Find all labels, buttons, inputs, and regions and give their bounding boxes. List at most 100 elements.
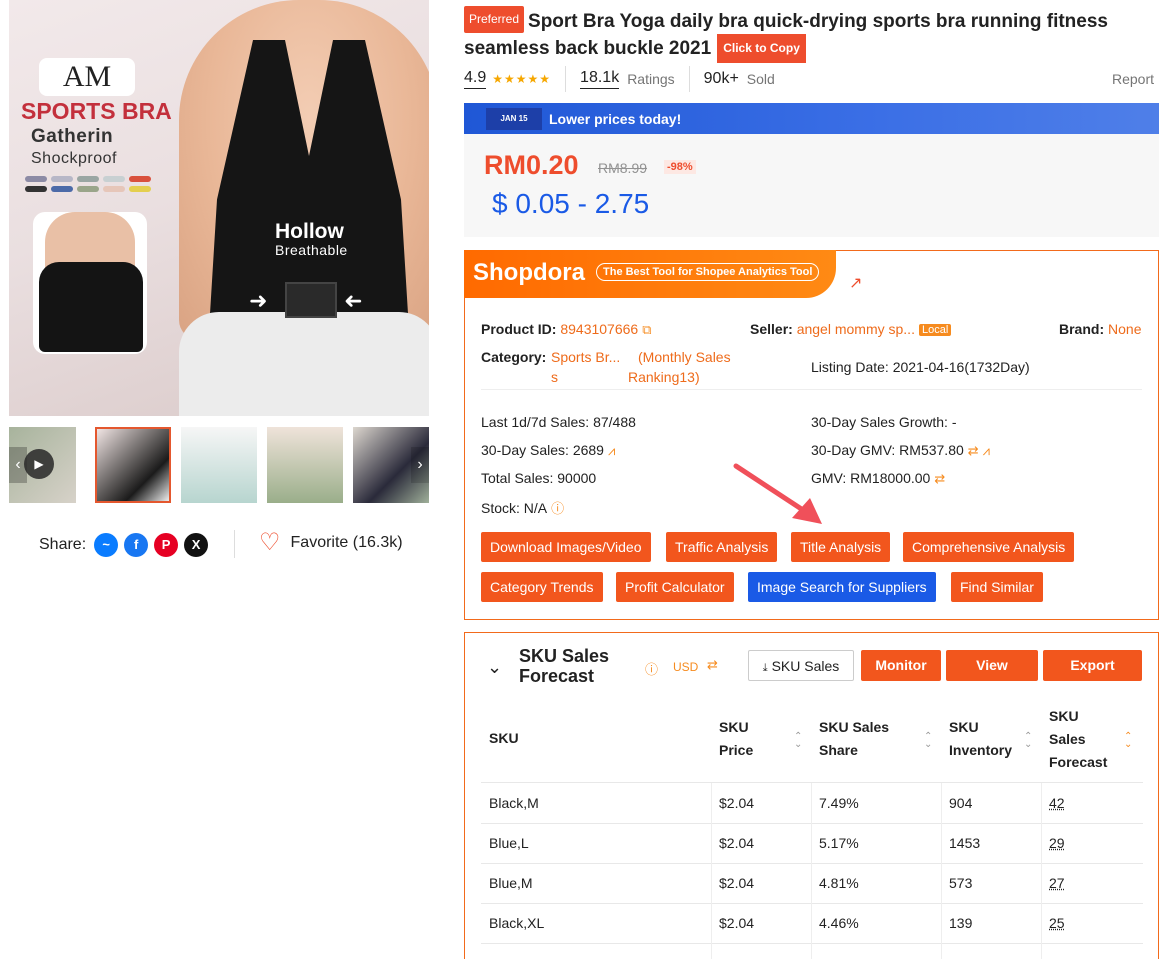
sort-icon[interactable]: ⌃ ⌄ bbox=[1024, 732, 1032, 750]
gmv-row: GMV: RM18000.00 ⇄ bbox=[811, 470, 945, 487]
facebook-icon[interactable]: f bbox=[124, 533, 149, 557]
sort-icon[interactable]: ⌃ ⌄ bbox=[924, 732, 932, 750]
brand-value[interactable]: None bbox=[1108, 321, 1141, 337]
discount-badge: -98% bbox=[664, 160, 696, 174]
original-price: RM8.99 bbox=[598, 160, 648, 176]
divider bbox=[481, 863, 1143, 864]
image-callout-hollow: Hollow bbox=[275, 220, 344, 243]
x-twitter-icon[interactable]: X bbox=[184, 533, 209, 557]
play-icon[interactable]: ▶ bbox=[24, 449, 54, 479]
sku-cell-forecast[interactable]: 27 bbox=[1049, 875, 1065, 891]
column-header-inventory[interactable]: SKU Inventory bbox=[949, 716, 1012, 762]
sku-cell-inventory: 904 bbox=[949, 795, 973, 811]
seller-row: Seller: angel mommy sp... Local bbox=[750, 321, 952, 337]
currency-swap-icon[interactable]: ⇄ bbox=[707, 657, 718, 673]
star-rating-icon: ★★★★★ bbox=[492, 72, 552, 86]
column-divider bbox=[941, 783, 942, 959]
product-main-image[interactable]: AM SPORTS BRA Gatherin Shockproof Hollow… bbox=[9, 0, 429, 416]
ratings-count[interactable]: 18.1k bbox=[580, 69, 620, 89]
sort-icon[interactable]: ⌃ ⌄ bbox=[794, 732, 802, 750]
brand-logo: AM bbox=[39, 58, 135, 96]
column-divider bbox=[1041, 783, 1042, 959]
category-ranking[interactable]: (Monthly Sales Ranking13) bbox=[628, 347, 731, 387]
sku-cell-inventory: 139 bbox=[949, 915, 973, 931]
currency-swap-icon[interactable]: ⇄ bbox=[934, 471, 945, 486]
color-swatches bbox=[25, 176, 155, 192]
column-header-sales-share[interactable]: SKU Sales Share bbox=[819, 716, 889, 762]
sku-cell-inventory: 573 bbox=[949, 875, 973, 891]
color-swatch bbox=[51, 186, 73, 192]
chevron-down-icon[interactable]: ⌄ bbox=[487, 657, 502, 678]
trend-chart-icon[interactable]: ⩘ bbox=[983, 443, 990, 458]
trend-chart-icon[interactable]: ⩘ bbox=[608, 443, 615, 458]
divider bbox=[565, 66, 567, 92]
preferred-badge: Preferred bbox=[464, 6, 525, 33]
divider bbox=[481, 823, 1143, 824]
info-icon[interactable]: ⓘ bbox=[551, 501, 564, 516]
sales-growth-30d: 30-Day Sales Growth: - bbox=[811, 414, 957, 430]
divider bbox=[481, 389, 1142, 390]
export-button[interactable]: Export bbox=[1043, 650, 1142, 681]
sku-cell-price: $2.04 bbox=[719, 915, 755, 931]
image-callout-breathable: Breathable bbox=[275, 242, 348, 258]
thumbnail-next-button[interactable]: › bbox=[411, 447, 429, 483]
sku-cell-forecast[interactable]: 29 bbox=[1049, 835, 1065, 851]
arrow-right-icon: ➜ bbox=[249, 288, 268, 313]
shopdora-logo: Shopdora bbox=[473, 259, 585, 286]
view-button[interactable]: View bbox=[946, 650, 1038, 681]
currency-swap-icon[interactable]: ⇄ bbox=[968, 443, 979, 458]
category-trends-button[interactable]: Category Trends bbox=[481, 572, 603, 602]
download-images-button[interactable]: Download Images/Video bbox=[481, 532, 651, 562]
ratings-label: Ratings bbox=[627, 71, 675, 87]
copy-title-button[interactable]: Click to Copy bbox=[717, 34, 806, 63]
thumbnail-selected[interactable] bbox=[95, 427, 171, 503]
download-icon: ⤓ bbox=[762, 662, 768, 674]
share-label: Share: bbox=[39, 536, 87, 553]
share-row: Share: ~ f P X bbox=[39, 532, 209, 558]
product-id-value[interactable]: 8943107666 bbox=[560, 321, 638, 337]
column-header-sales-forecast[interactable]: SKU Sales Forecast bbox=[1049, 705, 1107, 774]
thumbnail-strip bbox=[9, 427, 429, 503]
report-link[interactable]: Report bbox=[1112, 71, 1154, 87]
color-swatch bbox=[51, 176, 73, 182]
monitor-button[interactable]: Monitor bbox=[861, 650, 941, 681]
category-label: Category: bbox=[481, 349, 547, 365]
sku-cell-forecast[interactable]: 42 bbox=[1049, 795, 1065, 811]
title-analysis-button[interactable]: Title Analysis bbox=[791, 532, 891, 562]
promo-text: Lower prices today! bbox=[549, 110, 682, 127]
sku-cell-sku: Black,XL bbox=[489, 915, 545, 931]
copy-icon[interactable]: ⧉ bbox=[642, 322, 651, 337]
category-link[interactable]: Sports Br... s bbox=[551, 347, 620, 387]
stock-row: Stock: N/A ⓘ bbox=[481, 498, 564, 517]
sku-cell-share: 5.17% bbox=[819, 835, 859, 851]
column-divider bbox=[811, 783, 812, 959]
find-similar-button[interactable]: Find Similar bbox=[951, 572, 1043, 602]
favorite-button[interactable]: ♡ Favorite (16.3k) bbox=[259, 531, 403, 555]
image-search-suppliers-button[interactable]: Image Search for Suppliers bbox=[748, 572, 936, 602]
traffic-analysis-button[interactable]: Traffic Analysis bbox=[666, 532, 778, 562]
thumbnail[interactable] bbox=[181, 427, 257, 503]
sku-cell-forecast[interactable]: 25 bbox=[1049, 915, 1065, 931]
sku-sales-download-button[interactable]: ⤓ SKU Sales bbox=[748, 650, 854, 681]
seller-link[interactable]: angel mommy sp... bbox=[797, 321, 915, 337]
comprehensive-analysis-button[interactable]: Comprehensive Analysis bbox=[903, 532, 1075, 562]
sold-label: Sold bbox=[746, 71, 775, 87]
external-link-icon[interactable]: ↗ bbox=[849, 273, 862, 293]
rating-value[interactable]: 4.9 bbox=[464, 69, 487, 89]
messenger-icon[interactable]: ~ bbox=[94, 533, 119, 557]
listing-date: Listing Date: 2021-04-16(1732Day) bbox=[811, 359, 1030, 375]
currency-label: USD bbox=[673, 660, 699, 674]
sales-30d-row: 30-Day Sales: 2689 ⩘ bbox=[481, 442, 615, 459]
brand-row: Brand: None bbox=[1059, 321, 1142, 337]
info-icon[interactable]: ⓘ bbox=[645, 659, 658, 678]
price-box: RM0.20 RM8.99 -98% $ 0.05 - 2.75 bbox=[464, 134, 1159, 237]
gmv-30d: 30-Day GMV: RM537.80 bbox=[811, 442, 964, 458]
column-header-price[interactable]: SKU Price bbox=[719, 716, 753, 762]
profit-calculator-button[interactable]: Profit Calculator bbox=[616, 572, 734, 602]
color-swatch bbox=[25, 186, 47, 192]
sort-icon[interactable]: ⌃ ⌄ bbox=[1124, 732, 1132, 750]
thumbnail[interactable] bbox=[267, 427, 343, 503]
inset-front-photo bbox=[33, 212, 147, 354]
sku-cell-share: 7.49% bbox=[819, 795, 859, 811]
pinterest-icon[interactable]: P bbox=[154, 533, 179, 557]
